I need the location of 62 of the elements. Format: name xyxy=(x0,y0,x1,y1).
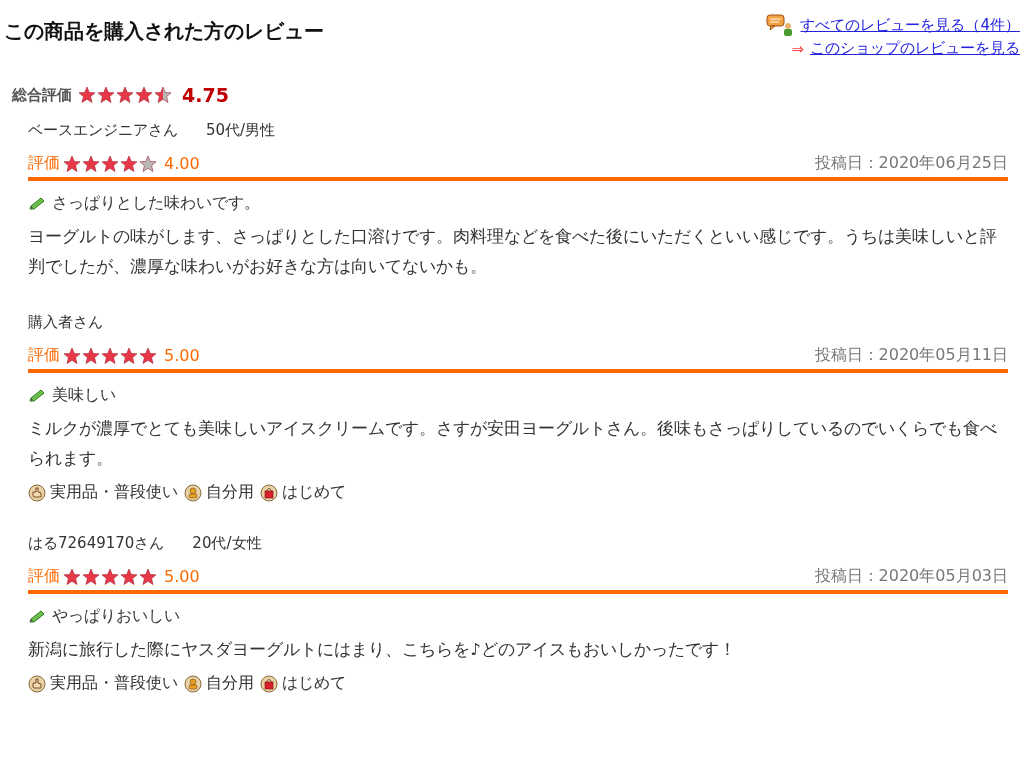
pencil-icon xyxy=(28,388,46,403)
person-icon xyxy=(184,483,202,502)
filled-star-icon xyxy=(78,86,96,104)
reviewer-name: 購入者さん xyxy=(28,312,103,332)
arrow-mark: ⇒ xyxy=(791,39,804,58)
bag-icon xyxy=(260,483,278,502)
reviewer-profile: 20代/女性 xyxy=(192,533,262,553)
review-text: 新潟に旅行した際にヤスダヨーグルトにはまり、こちらを♪どのアイスもおいしかったです！ xyxy=(28,639,737,661)
filled-star-icon xyxy=(139,346,157,365)
review-tag: はじめて xyxy=(282,482,346,503)
filled-star-icon xyxy=(82,346,100,365)
review-tag: 実用品・普段使い xyxy=(50,482,178,503)
hand-icon xyxy=(28,674,46,693)
reviewer-name: はる72649170さん xyxy=(28,533,165,553)
post-date: 投稿日：2020年06月25日 xyxy=(814,153,1008,174)
review-text: ヨーグルトの味がします、さっぱりとした口溶けです。肉料理などを食べた後にいただくといい感じです。うちは美味しいと評判でしたが、濃厚な味わいがお好きな方は向いてないかも。 xyxy=(28,226,998,278)
filled-star-icon xyxy=(82,567,100,586)
pencil-icon xyxy=(28,196,46,211)
review-tag: はじめて xyxy=(282,673,346,694)
review-tag: 実用品・普段使い xyxy=(50,673,178,694)
half-star-icon xyxy=(154,86,172,104)
filled-star-icon xyxy=(82,154,100,173)
filled-star-icon xyxy=(63,346,81,365)
review-tag: 自分用 xyxy=(206,482,254,503)
filled-star-icon xyxy=(101,154,119,173)
filled-star-icon xyxy=(101,346,119,365)
bag-icon xyxy=(260,674,278,693)
chat-person-icon xyxy=(766,14,795,36)
person-icon xyxy=(184,674,202,693)
reviewer-name: ベースエンジニアさん xyxy=(28,120,178,140)
review-text: ミルクが濃厚でとても美味しいアイスクリームです。さすが安田ヨーグルトさん。後味もさっぱりしているのでいくらでも食べられます。 xyxy=(28,418,998,470)
reviewer-profile: 50代/男性 xyxy=(206,120,276,140)
rating-score: 5.00 xyxy=(164,346,200,365)
rating-label: 評価 xyxy=(28,153,60,174)
filled-star-icon xyxy=(63,567,81,586)
overall-rating-label: 総合評価 xyxy=(12,85,72,105)
filled-star-icon xyxy=(116,86,134,104)
section-heading: この商品を購入された方のレビュー xyxy=(4,18,324,45)
rating-label: 評価 xyxy=(28,345,60,366)
filled-star-icon xyxy=(120,154,138,173)
post-date: 投稿日：2020年05月11日 xyxy=(814,345,1008,366)
hand-icon xyxy=(28,483,46,502)
review-title: さっぱりとした味わいです。 xyxy=(52,193,260,214)
rating-score: 5.00 xyxy=(164,567,200,586)
review-title: 美味しい xyxy=(52,385,116,406)
overall-score: 4.75 xyxy=(182,84,229,106)
review-link[interactable]: すべてのレビューを見る（4件） xyxy=(800,15,1020,35)
filled-star-icon xyxy=(63,154,81,173)
filled-star-icon xyxy=(135,86,153,104)
filled-star-icon xyxy=(139,567,157,586)
filled-star-icon xyxy=(120,567,138,586)
post-date: 投稿日：2020年05月03日 xyxy=(814,566,1008,587)
pencil-icon xyxy=(28,609,46,624)
review-tag: 自分用 xyxy=(206,673,254,694)
review-title: やっぱりおいしい xyxy=(52,606,180,627)
empty-star-icon xyxy=(139,154,157,173)
rating-label: 評価 xyxy=(28,566,60,587)
review-link[interactable]: このショップのレビューを見る xyxy=(810,39,1020,58)
filled-star-icon xyxy=(120,346,138,365)
rating-score: 4.00 xyxy=(164,154,200,173)
filled-star-icon xyxy=(101,567,119,586)
filled-star-icon xyxy=(97,86,115,104)
